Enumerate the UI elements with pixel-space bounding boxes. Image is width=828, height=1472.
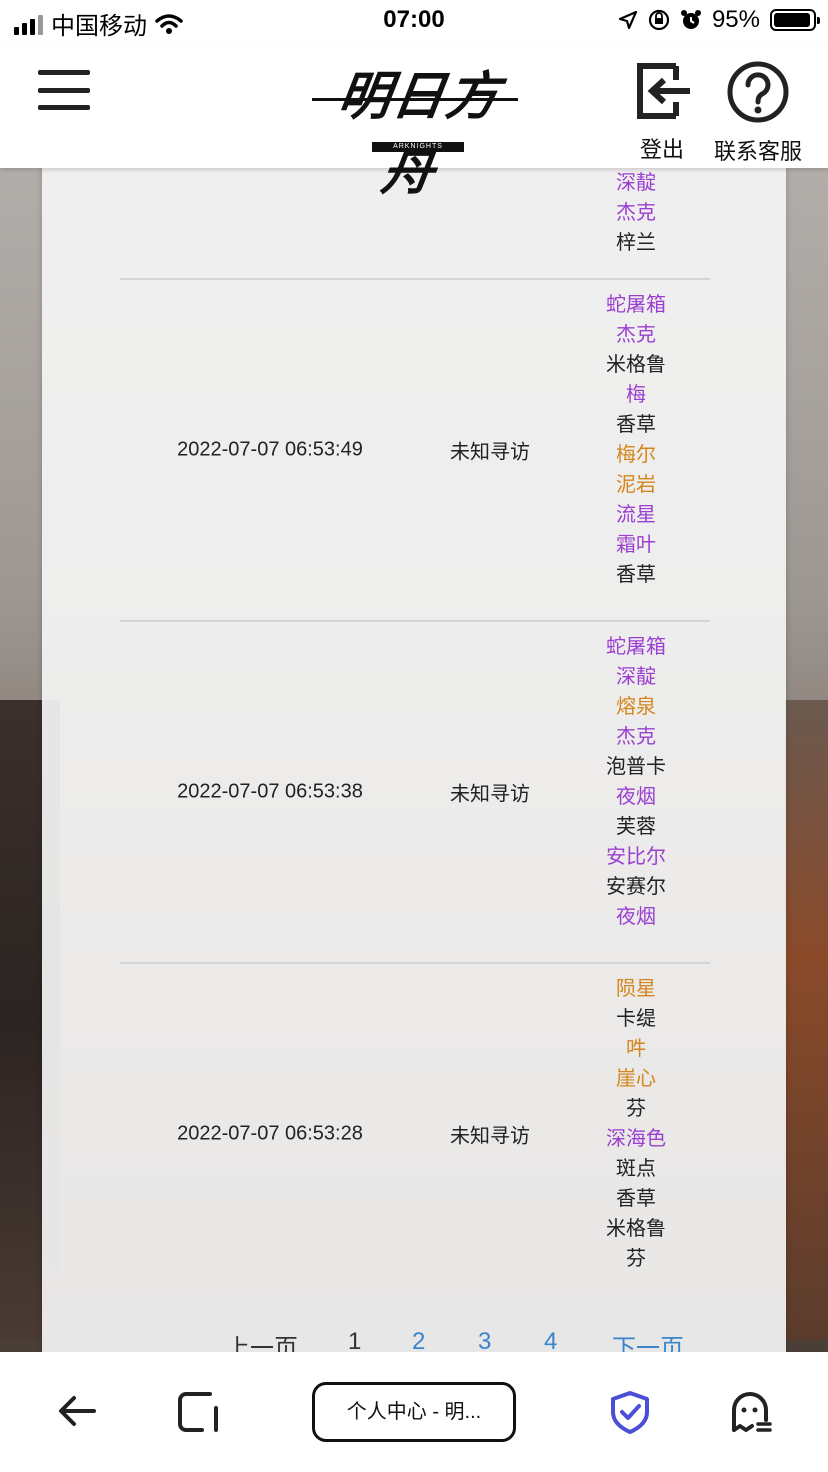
gacha-record-list: 深靛 杰克 梓兰 2022-07-07 06:53:49 未知寻访 蛇屠箱 杰克 米格鲁梅香草… <box>120 168 710 1304</box>
operator-name: 熔泉 <box>616 696 656 718</box>
operator-name: 卡缇 <box>616 1008 656 1030</box>
operator-name: 流星 <box>616 504 656 526</box>
background-art-right <box>784 700 828 1340</box>
logout-label: 登出 <box>639 137 684 162</box>
browser-toolbar: 个人中心 - 明... <box>0 1352 828 1472</box>
current-tab-title[interactable]: 个人中心 - 明... <box>312 1382 516 1442</box>
site-header: 明日方舟 ARKNIGHTS 登出 联系客服 <box>0 44 828 202</box>
record-type: 未知寻访 <box>450 441 530 464</box>
operator-name: 芙蓉 <box>616 816 656 838</box>
logout-button[interactable]: 登出 <box>630 60 694 164</box>
battery-percent: 95% <box>711 6 760 33</box>
record-type: 未知寻访 <box>450 783 530 806</box>
alarm-icon <box>680 10 701 29</box>
operator-name: 蛇屠箱 <box>606 636 666 658</box>
record-time: 2022-07-07 06:53:49 <box>177 438 363 461</box>
operator-name: 香草 <box>616 1188 656 1210</box>
location-arrow-icon <box>618 10 638 30</box>
tabs-icon[interactable] <box>176 1390 222 1434</box>
operator-name: 吽 <box>626 1038 646 1060</box>
record-time: 2022-07-07 06:53:38 <box>177 780 363 803</box>
operator-name: 香草 <box>616 564 656 586</box>
battery-icon <box>770 9 820 31</box>
shield-check-icon[interactable] <box>608 1390 652 1434</box>
operator-name: 香草 <box>616 414 656 436</box>
operator-name: 梓兰 <box>616 232 656 254</box>
record-row: 2022-07-07 06:53:38 未知寻访 蛇屠箱 深靛 熔泉 杰克 泡普卡 夜烟 芙蓉安… <box>120 620 710 962</box>
operator-name: 杰克 <box>616 726 656 748</box>
operator-list: 蛇屠箱 深靛 熔泉 杰克 泡普卡 夜烟 芙蓉 安比尔 安赛尔 夜烟 <box>576 622 696 950</box>
record-row: 2022-07-07 06:53:49 未知寻访 蛇屠箱 杰克 米格鲁梅香草 梅尔 泥岩 流星… <box>120 278 710 620</box>
operator-name: 蛇屠箱 <box>606 294 666 316</box>
record-type: 未知寻访 <box>450 1125 530 1148</box>
operator-name: 米格鲁 <box>606 354 666 376</box>
logout-icon <box>637 63 690 119</box>
help-icon <box>727 61 789 123</box>
operator-name: 米格鲁 <box>606 1218 666 1240</box>
operator-name: 霜叶 <box>616 534 656 556</box>
customer-service-label: 联系客服 <box>713 139 802 164</box>
assistant-icon[interactable] <box>728 1390 774 1436</box>
lock-rotation-icon <box>648 9 670 31</box>
operator-name: 芬 <box>626 1248 646 1270</box>
gacha-record-card: 深靛 杰克 梓兰 2022-07-07 06:53:49 未知寻访 蛇屠箱 杰克 米格鲁梅香草… <box>42 168 786 1358</box>
operator-name: 夜烟 <box>616 786 656 808</box>
record-time: 2022-07-07 06:53:28 <box>177 1122 363 1145</box>
operator-name: 泡普卡 <box>606 756 666 778</box>
operator-list: 深靛 杰克 梓兰 <box>576 168 696 276</box>
operator-name: 安比尔 <box>606 846 666 868</box>
site-logo[interactable]: 明日方舟 ARKNIGHTS <box>312 54 518 202</box>
record-row: 2022-07-07 06:53:28 未知寻访 陨星 卡缇吽崖心芬深海色 斑点 香草 米格… <box>120 962 710 1304</box>
operator-name: 深海色 <box>606 1128 666 1150</box>
operator-name: 斑点 <box>616 1158 656 1180</box>
operator-list: 蛇屠箱 杰克 米格鲁梅香草 梅尔 泥岩 流星 霜叶 香草 <box>576 280 696 608</box>
operator-name: 深靛 <box>616 172 656 194</box>
operator-name: 泥岩 <box>616 474 656 496</box>
menu-icon[interactable] <box>38 70 90 110</box>
operator-name: 陨星 <box>616 978 656 1000</box>
operator-name: 杰克 <box>616 202 656 224</box>
operator-name: 梅 <box>626 384 646 406</box>
operator-name: 夜烟 <box>616 906 656 928</box>
operator-name: 杰克 <box>616 324 656 346</box>
status-bar: 中国移动 07:00 95% <box>0 0 828 44</box>
operator-name: 梅尔 <box>616 444 656 466</box>
back-arrow-icon[interactable] <box>56 1390 98 1432</box>
operator-name: 深靛 <box>616 666 656 688</box>
operator-name: 安赛尔 <box>606 876 666 898</box>
operator-name: 崖心 <box>616 1068 656 1090</box>
operator-name: 芬 <box>626 1098 646 1120</box>
customer-service-button[interactable]: 联系客服 <box>708 60 808 166</box>
operator-list: 陨星 卡缇吽崖心芬深海色 斑点 香草 米格鲁芬 <box>576 964 696 1292</box>
